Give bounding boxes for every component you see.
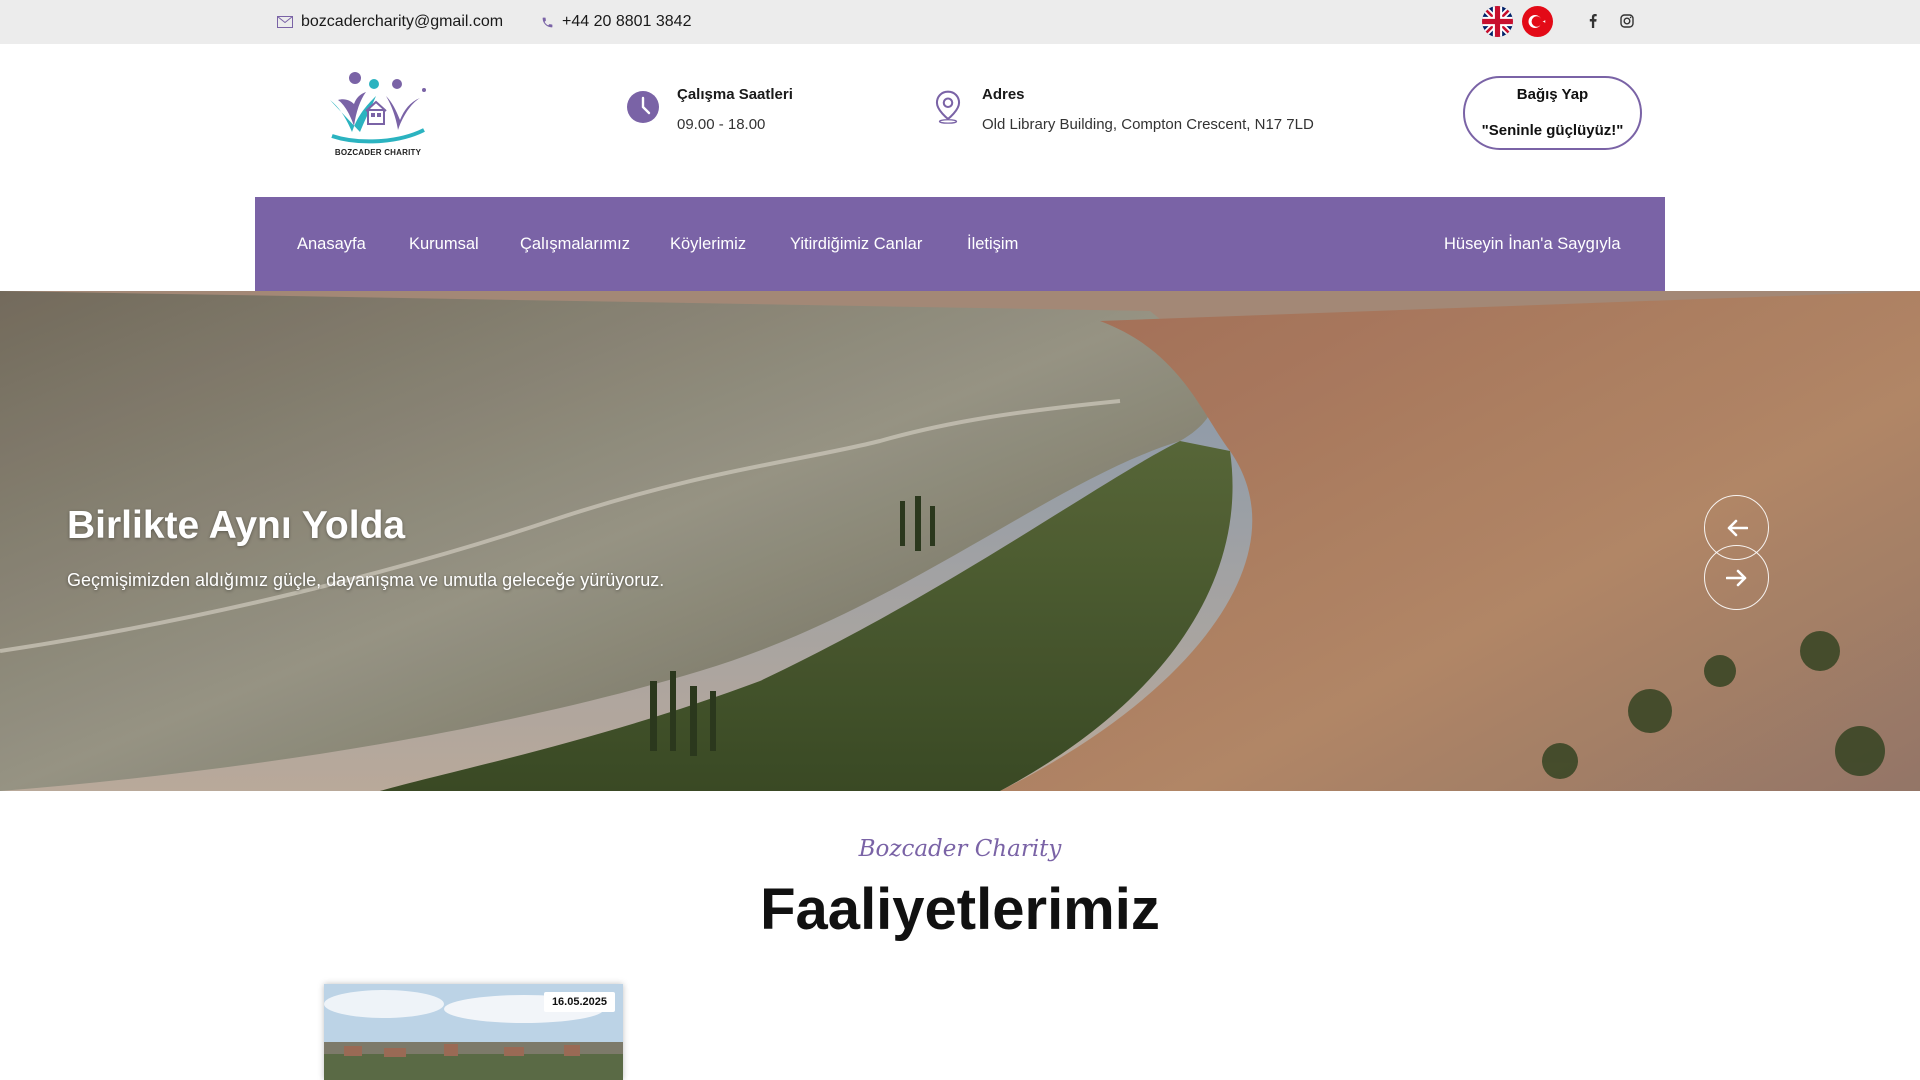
phone-icon — [542, 17, 553, 27]
nav-item-home[interactable]: Anasayfa — [297, 197, 366, 291]
logo-mark — [330, 72, 426, 144]
address-value: Old Library Building, Compton Crescent, … — [982, 116, 1314, 133]
arrow-right-icon — [1725, 569, 1746, 586]
hero-slider: Birlikte Aynı Yolda Geçmişimizden aldığı… — [0, 291, 1920, 791]
clock-icon — [627, 91, 659, 123]
email-link[interactable]: bozcadercharity@gmail.com — [277, 0, 503, 44]
nav-item-contact[interactable]: İletişim — [967, 197, 1018, 291]
logo[interactable]: BOZCADER CHARITY — [326, 70, 430, 166]
nav-item-works[interactable]: Çalışmalarımız — [520, 197, 630, 291]
hero-subtitle: Geçmişimizden aldığımız güçle, dayanışma… — [67, 570, 665, 590]
hero-title: Birlikte Aynı Yolda — [67, 504, 406, 547]
location-pin-icon — [935, 90, 961, 124]
nav-item-corporate[interactable]: Kurumsal — [409, 197, 479, 291]
hours-label: Çalışma Saatleri — [677, 86, 793, 103]
nav-item-lost-lives[interactable]: Yitirdiğimiz Canlar — [790, 197, 922, 291]
address-label: Adres — [982, 86, 1025, 103]
activity-card-date: 16.05.2025 — [543, 992, 615, 1012]
activity-card[interactable]: 16.05.2025 — [324, 984, 623, 1080]
facebook-icon[interactable] — [1584, 12, 1602, 30]
main-nav: Anasayfa Kurumsal Çalışmalarımız Köyleri… — [255, 197, 1665, 291]
logo-text: BOZCADER CHARITY — [334, 148, 422, 157]
top-bar: bozcadercharity@gmail.com +44 20 8801 38… — [0, 0, 1920, 44]
turkey-flag-icon[interactable] — [1522, 6, 1553, 37]
nav-item-tribute[interactable]: Hüseyin İnan'a Saygıyla — [1444, 197, 1621, 291]
section-heading: Faaliyetlerimiz — [760, 877, 1160, 942]
uk-flag-icon[interactable] — [1482, 6, 1513, 37]
arrow-left-icon — [1727, 519, 1748, 536]
donate-slogan: "Seninle güçlüyüz!" — [1481, 122, 1624, 139]
donate-label: Bağış Yap — [1516, 86, 1589, 103]
instagram-icon[interactable] — [1618, 12, 1636, 30]
email-text: bozcadercharity@gmail.com — [301, 13, 504, 30]
phone-text: +44 20 8801 3842 — [562, 13, 692, 30]
phone-link[interactable]: +44 20 8801 3842 — [541, 0, 691, 44]
slider-next-button[interactable] — [1704, 545, 1769, 610]
nav-item-villages[interactable]: Köylerimiz — [670, 197, 746, 291]
section-kicker: Bozcader Charity — [858, 836, 1062, 862]
hours-value: 09.00 - 18.00 — [677, 116, 766, 133]
mail-icon — [277, 16, 293, 28]
donate-button[interactable]: Bağış Yap "Seninle güçlüyüz!" — [1463, 76, 1642, 150]
